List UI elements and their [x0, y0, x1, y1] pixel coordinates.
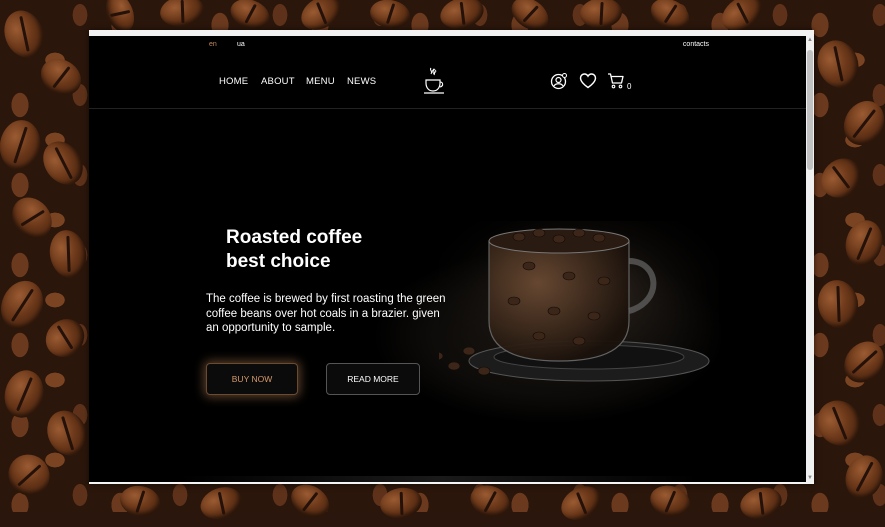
vertical-scrollbar[interactable]: ▲ ▼ [806, 36, 814, 482]
scrollbar-thumb[interactable] [807, 50, 813, 170]
hero-title: Roasted coffee best choice [226, 226, 466, 274]
read-more-button[interactable]: READ MORE [326, 363, 420, 395]
coffee-logo-icon[interactable] [422, 66, 446, 96]
cart-icon[interactable] [607, 72, 625, 90]
scroll-down-arrow-icon[interactable]: ▼ [807, 474, 813, 482]
hero-title-line1: Roasted coffee [226, 227, 363, 248]
top-bar: en ua contacts [89, 36, 806, 54]
browser-window: en ua contacts HOME ABOUT MENU NEWS 0 Ro… [89, 30, 814, 484]
page-viewport: en ua contacts HOME ABOUT MENU NEWS 0 Ro… [89, 36, 806, 482]
language-ua-link[interactable]: ua [237, 41, 245, 48]
contacts-link[interactable]: contacts [683, 41, 709, 48]
hero-description: The coffee is brewed by first roasting t… [206, 293, 446, 334]
nav-about-link[interactable]: ABOUT [261, 76, 295, 87]
hero-title-line2: best choice [226, 251, 331, 272]
coffee-cup-image [439, 221, 719, 401]
nav-news-link[interactable]: NEWS [347, 76, 376, 87]
nav-menu-link[interactable]: MENU [306, 76, 335, 87]
nav-home-link[interactable]: HOME [219, 76, 248, 87]
heart-icon[interactable] [579, 72, 597, 90]
next-section-edge [179, 476, 699, 482]
user-icon[interactable] [550, 72, 568, 90]
main-navigation: HOME ABOUT MENU NEWS 0 [89, 54, 806, 109]
buy-now-button[interactable]: BUY NOW [206, 363, 298, 395]
language-en-link[interactable]: en [209, 41, 217, 48]
scroll-up-arrow-icon[interactable]: ▲ [807, 36, 813, 44]
cart-count-badge: 0 [627, 82, 632, 91]
